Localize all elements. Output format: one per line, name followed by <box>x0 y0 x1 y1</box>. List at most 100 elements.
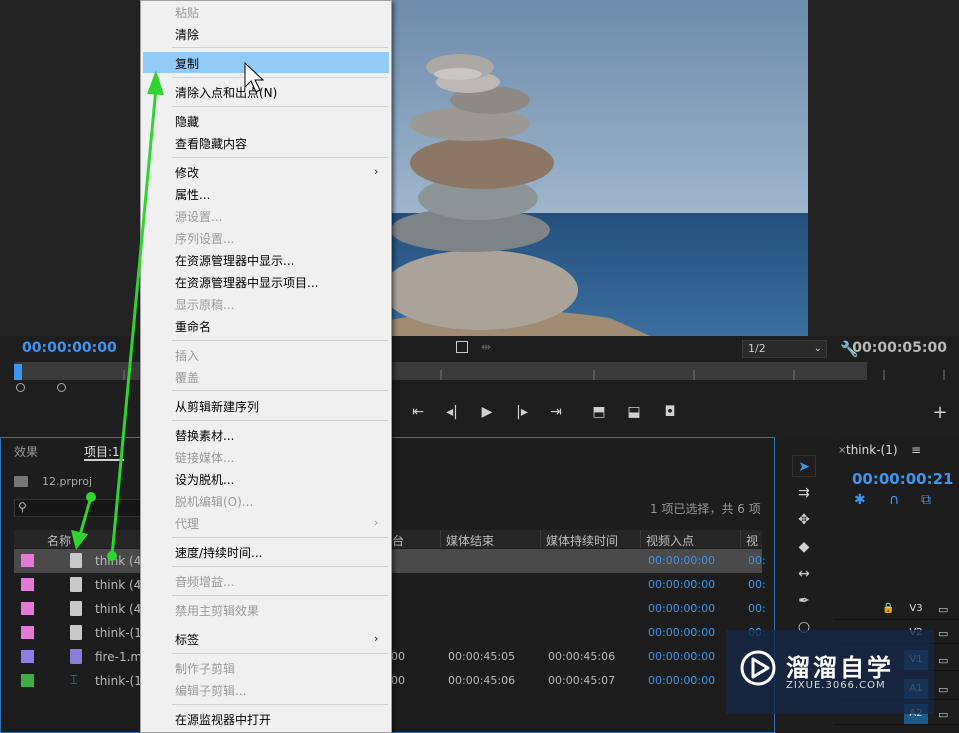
sequence-tab[interactable]: think-(1) <box>846 443 898 457</box>
play-icon[interactable]: ▶ <box>477 404 497 420</box>
cell-v[interactable]: 00: <box>748 602 766 615</box>
track-output-icon[interactable]: ▭ <box>938 708 948 721</box>
track-select-tool-icon[interactable]: ⇉ <box>792 482 816 504</box>
search-input[interactable] <box>14 499 144 517</box>
snap-icon[interactable]: ✱ <box>854 492 866 508</box>
lock-icon[interactable]: 🔒 <box>882 603 894 614</box>
slip-tool-icon[interactable]: ↔ <box>792 563 816 585</box>
playhead-marker[interactable] <box>14 364 22 380</box>
resolution-select[interactable]: 1/2 ⌄ <box>742 340 827 358</box>
lift-icon[interactable]: ⬒ <box>589 404 609 420</box>
menu-item[interactable]: 复制 <box>175 55 199 72</box>
ripple-edit-tool-icon[interactable]: ✥ <box>792 509 816 531</box>
go-to-out-icon[interactable]: ⇥ <box>546 404 566 420</box>
search-icon: ⚲ <box>18 500 27 514</box>
menu-item[interactable]: 插入 <box>175 347 199 364</box>
column-divider[interactable] <box>640 530 641 548</box>
menu-item[interactable]: 禁用主剪辑效果 <box>175 602 259 619</box>
menu-item[interactable]: 覆盖 <box>175 369 199 386</box>
fit-icon[interactable]: ⇹ <box>481 340 491 354</box>
export-frame-icon[interactable] <box>456 341 468 353</box>
menu-item[interactable]: 脱机编辑(O)... <box>175 493 253 510</box>
label-color-swatch[interactable] <box>21 578 34 591</box>
razor-tool-icon[interactable]: ◆ <box>792 536 816 558</box>
cell-v[interactable]: 00: <box>748 554 766 567</box>
step-back-icon[interactable]: ◂| <box>442 404 462 420</box>
menu-item[interactable]: 源设置... <box>175 208 222 225</box>
go-to-in-icon[interactable]: ⇤ <box>408 404 428 420</box>
menu-item[interactable]: 显示原稿... <box>175 296 234 313</box>
menu-item[interactable]: 在源监视器中打开 <box>175 711 271 728</box>
track-output-icon[interactable]: ▭ <box>938 654 948 667</box>
menu-item[interactable]: 在资源管理器中显示... <box>175 252 294 269</box>
zoom-handle-left[interactable] <box>16 383 25 392</box>
menu-icon[interactable]: ≡ <box>911 443 921 457</box>
selection-tool-icon[interactable]: ➤ <box>792 455 816 477</box>
menu-item[interactable]: 清除入点和出点(N) <box>175 84 277 101</box>
cell-in[interactable]: 00:00:00:00 <box>648 578 715 591</box>
cell-in[interactable]: 00:00:00:00 <box>648 626 715 639</box>
zoom-handle-right[interactable] <box>57 383 66 392</box>
menu-item[interactable]: 序列设置... <box>175 230 234 247</box>
column-divider[interactable] <box>540 530 541 548</box>
label-color-swatch[interactable] <box>21 674 34 687</box>
cell-in[interactable]: 00:00:00:00 <box>648 674 715 687</box>
pen-tool-icon[interactable]: ✒ <box>792 590 816 612</box>
chevron-down-icon: ⌄ <box>813 343 822 354</box>
step-forward-icon[interactable]: |▸ <box>512 404 532 420</box>
menu-item[interactable]: 重命名 <box>175 318 211 335</box>
column-media-duration[interactable]: 媒体持续时间 <box>546 532 618 549</box>
image-file-icon <box>70 553 82 568</box>
column-media-end[interactable]: 媒体结束 <box>446 532 494 549</box>
add-marker-icon[interactable]: ⧉ <box>921 492 931 508</box>
menu-item[interactable]: 粘贴 <box>175 4 199 21</box>
track-output-icon[interactable]: ▭ <box>938 683 948 696</box>
column-media-start[interactable]: 台 <box>392 532 404 549</box>
column-video-out[interactable]: 视 <box>746 532 758 549</box>
menu-item[interactable]: 代理 <box>175 515 199 532</box>
cell-v[interactable]: 00: <box>748 578 766 591</box>
menu-item[interactable]: 链接媒体... <box>175 449 234 466</box>
camera-icon[interactable]: ◘ <box>660 404 680 420</box>
label-color-swatch[interactable] <box>21 650 34 663</box>
playhead-timecode[interactable]: 00:00:00:00 <box>22 340 117 356</box>
column-video-in[interactable]: 视频入点 <box>646 532 694 549</box>
menu-item[interactable]: 在资源管理器中显示项目... <box>175 274 318 291</box>
menu-item[interactable]: 查看隐藏内容 <box>175 135 247 152</box>
sequence-icon: ⌶ <box>70 673 78 688</box>
menu-item[interactable]: 隐藏 <box>175 113 199 130</box>
menu-item[interactable]: 制作子剪辑 <box>175 660 235 677</box>
linked-selection-icon[interactable]: ∩ <box>889 492 899 508</box>
cell-c3: 00:00:45:07 <box>548 674 616 687</box>
track-label-v3[interactable]: V3 <box>904 599 928 619</box>
add-button-icon[interactable]: + <box>930 402 950 423</box>
menu-item[interactable]: 设为脱机... <box>175 471 234 488</box>
cell-in[interactable]: 00:00:00:00 <box>648 554 715 567</box>
menu-item[interactable]: 替换素材... <box>175 427 234 444</box>
column-name[interactable]: 名称 <box>47 532 71 549</box>
menu-item[interactable]: 属性... <box>175 186 210 203</box>
menu-item[interactable]: 清除 <box>175 26 199 43</box>
wrench-icon[interactable]: 🔧 <box>840 340 859 358</box>
label-color-swatch[interactable] <box>21 554 34 567</box>
program-preview-image <box>390 0 808 336</box>
track-output-icon[interactable]: ▭ <box>938 627 948 640</box>
label-color-swatch[interactable] <box>21 626 34 639</box>
column-divider[interactable] <box>740 530 741 548</box>
label-color-swatch[interactable] <box>21 602 34 615</box>
menu-item[interactable]: 编辑子剪辑... <box>175 682 246 699</box>
tab-effects[interactable]: 效果 <box>14 443 38 460</box>
menu-item[interactable]: 标签 <box>175 631 199 648</box>
timeline-timecode[interactable]: 00:00:00:21 <box>852 470 954 488</box>
menu-item[interactable]: 音频增益... <box>175 573 234 590</box>
tab-project[interactable]: 项目:1 <box>84 443 120 460</box>
track-output-icon[interactable]: ▭ <box>938 603 948 616</box>
menu-item[interactable]: 速度/持续时间... <box>175 544 263 561</box>
menu-item[interactable]: 从剪辑新建序列 <box>175 398 259 415</box>
extract-icon[interactable]: ⬓ <box>624 404 644 420</box>
menu-item[interactable]: 修改 <box>175 164 199 181</box>
cell-in[interactable]: 00:00:00:00 <box>648 602 715 615</box>
cell-in[interactable]: 00:00:00:00 <box>648 650 715 663</box>
column-divider[interactable] <box>440 530 441 548</box>
cell-c1: 00 <box>391 650 405 663</box>
